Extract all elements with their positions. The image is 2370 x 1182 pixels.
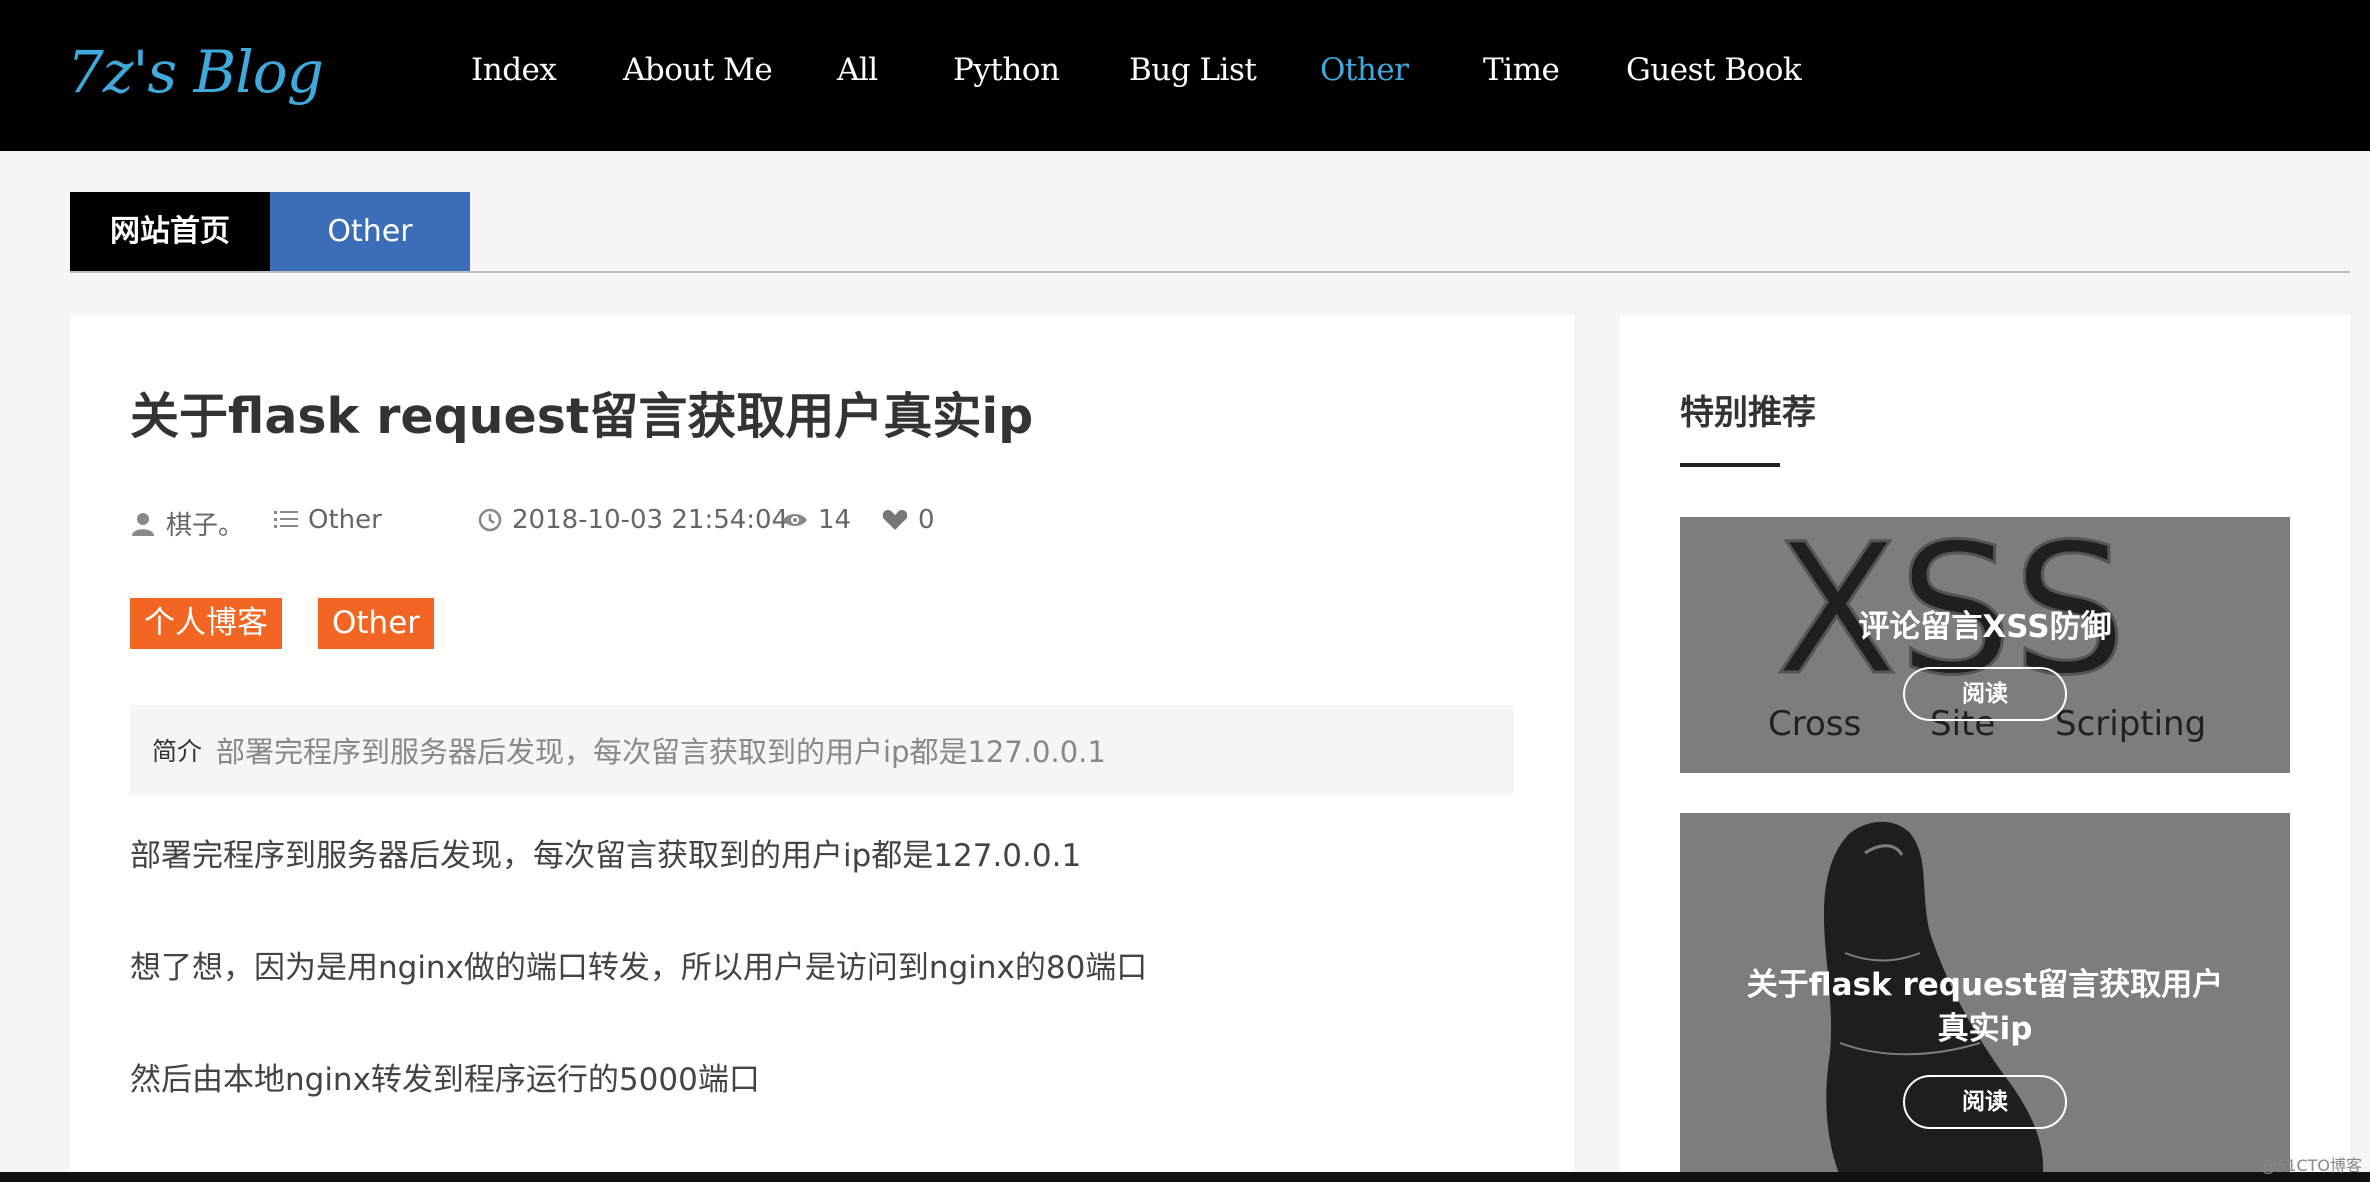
recommend-title[interactable]: 关于flask request留言获取用户 真实ip <box>1680 963 2290 1051</box>
svg-text:Cross: Cross <box>1768 704 1861 744</box>
breadcrumb: 网站首页 Other <box>70 192 2350 273</box>
summary-label: 简介 <box>152 737 203 766</box>
breadcrumb-home[interactable]: 网站首页 <box>70 192 270 271</box>
article-paragraph: 然后由本地nginx转发到程序运行的5000端口 <box>130 1062 760 1098</box>
heart-icon[interactable] <box>882 509 908 531</box>
sidebar-title-underline <box>1680 463 1780 467</box>
eye-icon <box>782 510 808 530</box>
article-card: 关于flask request留言获取用户真实ip 棋子。 Other 2018… <box>70 315 1574 1182</box>
nav-item-guest-book[interactable]: Guest Book <box>1626 52 1802 88</box>
sidebar-title: 特别推荐 <box>1680 393 1816 433</box>
svg-text:Scripting: Scripting <box>2055 704 2206 744</box>
nav-item-all[interactable]: All <box>837 52 878 88</box>
summary-text: 部署完程序到服务器后发现，每次留言获取到的用户ip都是127.0.0.1 <box>216 735 1106 769</box>
clock-icon <box>478 508 502 532</box>
nav-item-bug-list[interactable]: Bug List <box>1129 52 1257 88</box>
meta-author: 棋子。 <box>130 505 244 542</box>
article-paragraph: 部署完程序到服务器后发现，每次留言获取到的用户ip都是127.0.0.1 <box>130 838 1082 874</box>
read-button[interactable]: 阅读 <box>1903 1075 2067 1129</box>
meta-category-name[interactable]: Other <box>308 505 382 535</box>
top-navbar: 7z's Blog Index About Me All Python Bug … <box>0 0 2370 151</box>
nav-item-time[interactable]: Time <box>1483 52 1560 88</box>
window-bottom-edge <box>0 1172 2370 1182</box>
list-icon <box>274 509 298 531</box>
meta-likes-count: 0 <box>918 505 935 535</box>
article-title: 关于flask request留言获取用户真实ip <box>130 388 1034 445</box>
user-icon <box>130 511 156 537</box>
meta-views-count: 14 <box>818 505 852 535</box>
recommend-card-flask[interactable]: 关于flask request留言获取用户 真实ip 阅读 <box>1680 813 2290 1182</box>
article-paragraph: 想了想，因为是用nginx做的端口转发，所以用户是访问到nginx的80端口 <box>130 950 1148 986</box>
tag-personal-blog[interactable]: 个人博客 <box>130 598 282 649</box>
watermark: @51CTO博客 <box>2260 1156 2362 1175</box>
article-summary: 简介 部署完程序到服务器后发现，每次留言获取到的用户ip都是127.0.0.1 <box>130 705 1514 795</box>
read-button[interactable]: 阅读 <box>1903 667 2067 721</box>
meta-views: 14 <box>782 505 851 535</box>
meta-author-name[interactable]: 棋子。 <box>166 505 244 542</box>
recommend-title[interactable]: 评论留言XSS防御 <box>1680 605 2290 649</box>
site-logo[interactable]: 7z's Blog <box>67 38 324 106</box>
meta-datetime: 2018-10-03 21:54:04 <box>478 505 788 535</box>
sidebar: 特别推荐 XSS Cross Site Scripting 评论留言XSS防御 … <box>1620 315 2350 1182</box>
meta-datetime-text: 2018-10-03 21:54:04 <box>512 505 789 535</box>
tag-other[interactable]: Other <box>318 598 435 649</box>
meta-likes: 0 <box>882 505 935 535</box>
nav-item-other[interactable]: Other <box>1320 52 1409 88</box>
recommend-title-line: 真实ip <box>1937 1011 2033 1047</box>
breadcrumb-category[interactable]: Other <box>270 192 470 271</box>
recommend-card-xss[interactable]: XSS Cross Site Scripting 评论留言XSS防御 阅读 <box>1680 517 2290 773</box>
meta-category: Other <box>274 505 382 535</box>
recommend-title-line: 关于flask request留言获取用户 <box>1746 967 2224 1003</box>
nav-item-about-me[interactable]: About Me <box>623 52 773 88</box>
nav-item-index[interactable]: Index <box>471 52 557 88</box>
nav-item-python[interactable]: Python <box>953 52 1060 88</box>
